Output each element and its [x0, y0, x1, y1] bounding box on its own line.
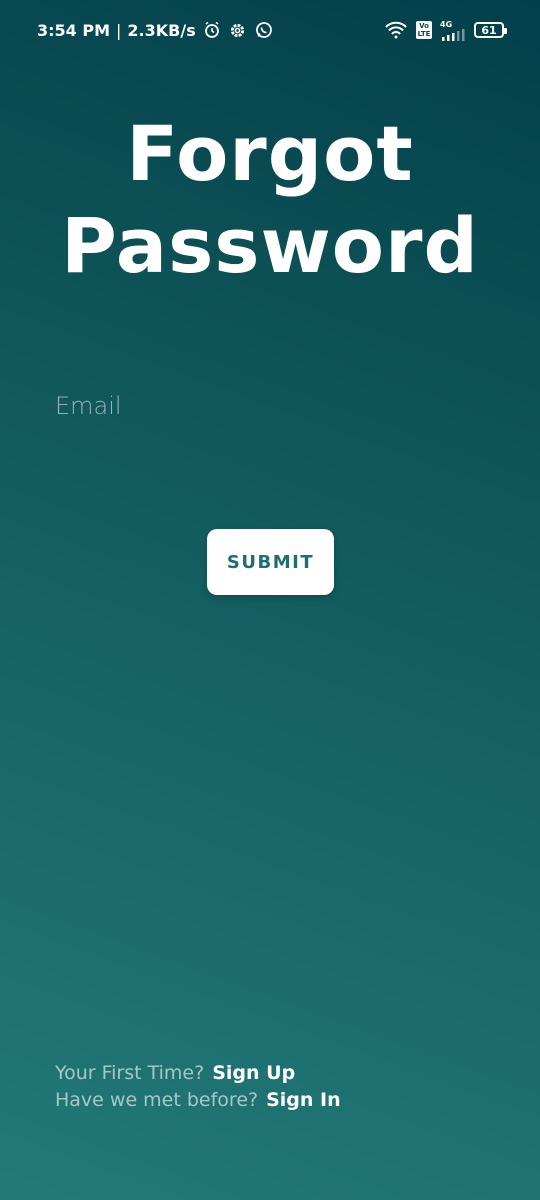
title-line-1: Forgot: [126, 109, 414, 198]
email-field[interactable]: [55, 386, 485, 426]
wifi-icon: [384, 20, 408, 40]
alarm-icon: [202, 20, 222, 40]
volte-icon: Vo LTE: [416, 21, 432, 39]
sign-in-row: Have we met before? Sign In: [55, 1087, 341, 1114]
network-type-label: 4G: [440, 19, 453, 29]
volte-bottom-label: LTE: [417, 30, 431, 38]
account-links: Your First Time? Sign Up Have we met bef…: [55, 1060, 341, 1114]
status-bar: 3:54 PM | 2.3KB/s Vo LTE 4G 61: [0, 0, 540, 60]
sign-in-link[interactable]: Sign In: [266, 1087, 341, 1114]
sign-up-link[interactable]: Sign Up: [212, 1060, 295, 1087]
settings-gear-icon: [228, 20, 248, 40]
met-before-text: Have we met before?: [55, 1089, 259, 1111]
title-line-2: Password: [61, 201, 479, 290]
whatsapp-icon: [254, 20, 274, 40]
network-speed: 2.3KB/s: [127, 20, 196, 40]
status-time: 3:54 PM: [37, 20, 111, 40]
status-left: 3:54 PM | 2.3KB/s: [37, 20, 274, 40]
battery-level: 61: [481, 23, 497, 37]
volte-top-label: Vo: [419, 22, 429, 30]
battery-icon: 61: [474, 22, 507, 38]
status-separator: |: [116, 20, 122, 40]
submit-button[interactable]: SUBMIT: [207, 529, 334, 595]
sign-up-row: Your First Time? Sign Up: [55, 1060, 341, 1087]
page-title: Forgot Password: [0, 108, 540, 292]
first-time-text: Your First Time?: [55, 1062, 205, 1084]
cellular-signal-icon: 4G: [440, 20, 466, 41]
status-right: Vo LTE 4G 61: [384, 20, 507, 41]
